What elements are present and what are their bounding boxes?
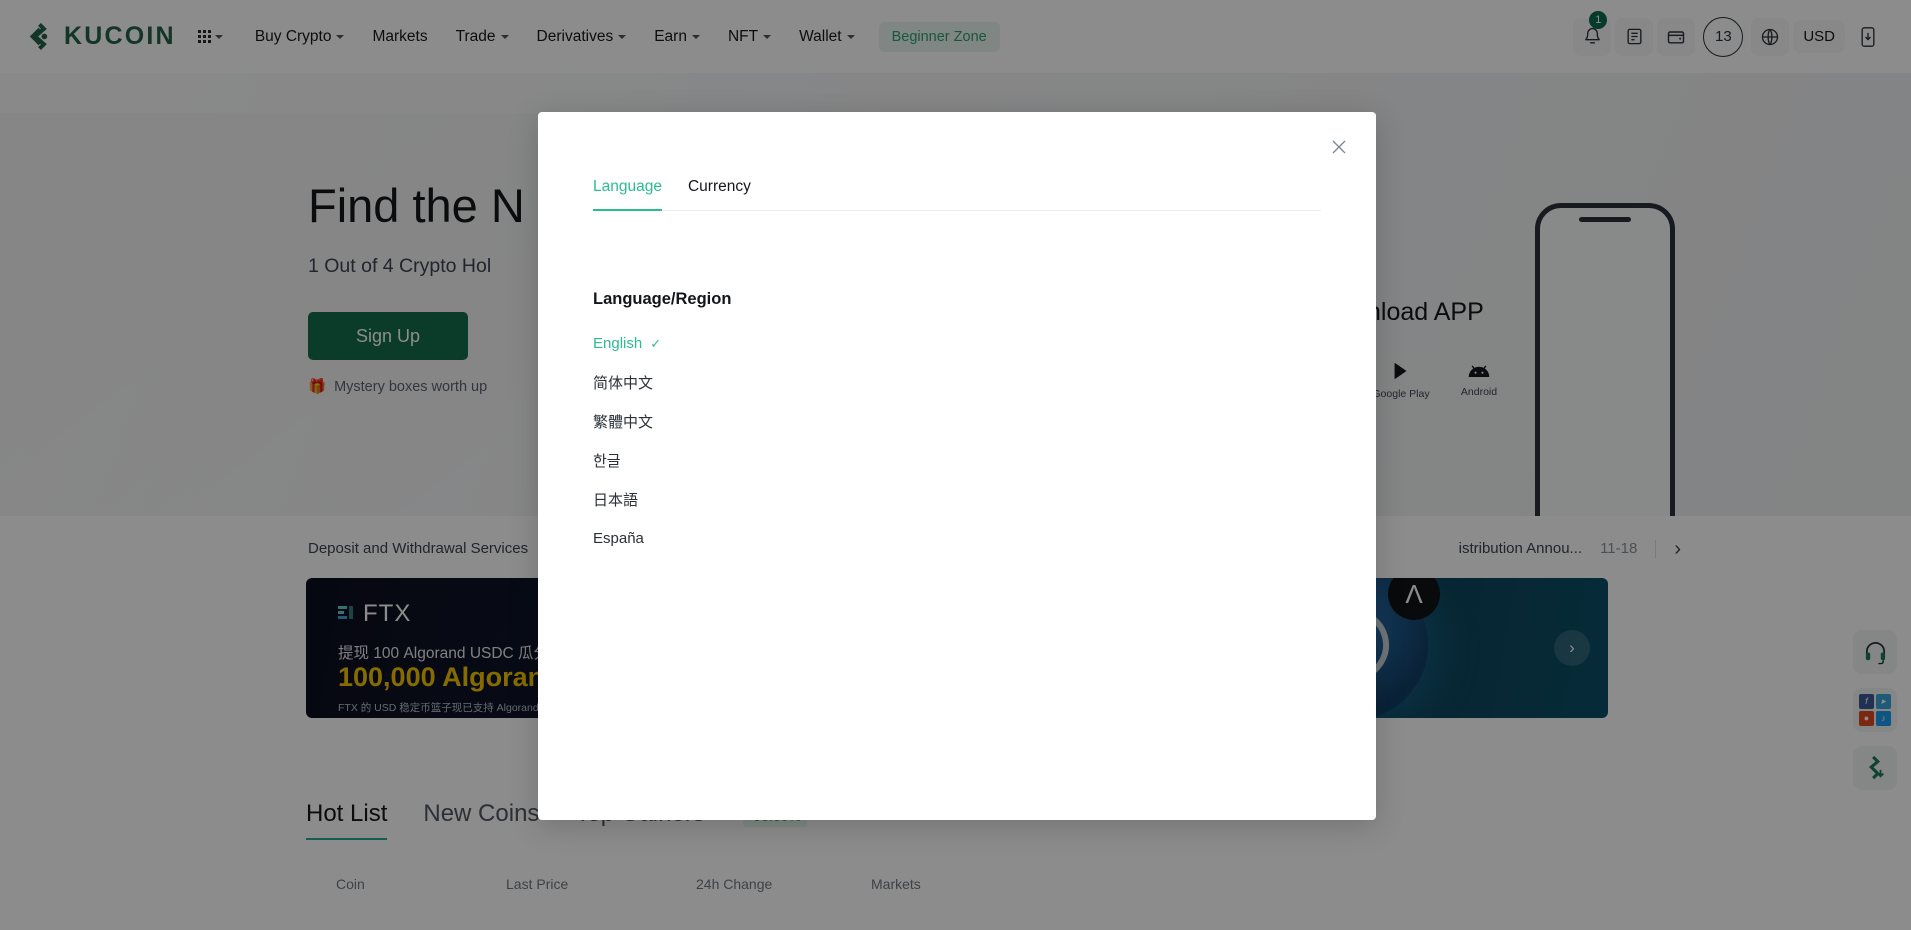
language-list: English ✓ 简体中文 繁體中文 한글 日本語 España bbox=[593, 324, 1323, 558]
language-region-heading: Language/Region bbox=[593, 290, 731, 309]
tab-currency[interactable]: Currency bbox=[688, 178, 751, 210]
language-currency-modal: Language Currency Language/Region Englis… bbox=[538, 112, 1376, 820]
close-icon bbox=[1331, 139, 1347, 155]
language-label: English bbox=[593, 335, 642, 352]
language-label: 繁體中文 bbox=[593, 411, 653, 432]
check-icon: ✓ bbox=[650, 336, 661, 352]
language-option-simplified-chinese[interactable]: 简体中文 bbox=[593, 363, 1323, 402]
language-option-traditional-chinese[interactable]: 繁體中文 bbox=[593, 402, 1323, 441]
language-label: 日本語 bbox=[593, 489, 638, 510]
modal-tabs: Language Currency bbox=[593, 178, 1321, 211]
language-label: España bbox=[593, 530, 644, 547]
language-label: 简体中文 bbox=[593, 372, 653, 393]
language-option-japanese[interactable]: 日本語 bbox=[593, 480, 1323, 519]
language-label: 한글 bbox=[593, 450, 621, 471]
tab-language[interactable]: Language bbox=[593, 178, 662, 210]
language-option-korean[interactable]: 한글 bbox=[593, 441, 1323, 480]
modal-close-button[interactable] bbox=[1326, 134, 1352, 160]
page-root: KUCOIN Buy Crypto Markets Trade bbox=[0, 0, 1911, 930]
language-option-spanish[interactable]: España bbox=[593, 519, 1323, 558]
language-option-english[interactable]: English ✓ bbox=[593, 324, 1323, 363]
